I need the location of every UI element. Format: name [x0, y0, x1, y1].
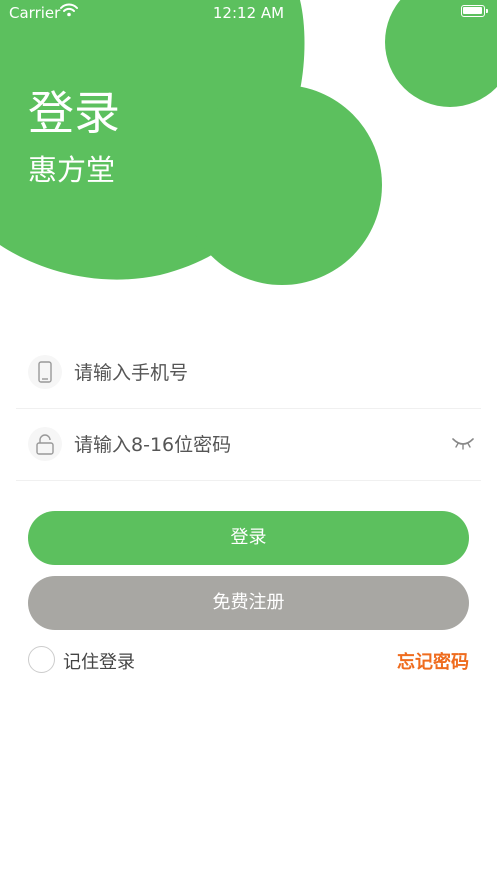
remember-label[interactable]: 记住登录: [63, 648, 135, 674]
remember-checkbox[interactable]: [28, 646, 55, 673]
phone-input[interactable]: [74, 358, 434, 388]
password-field[interactable]: [16, 410, 481, 481]
login-button[interactable]: 登录: [28, 511, 469, 565]
eye-closed-icon[interactable]: [452, 436, 474, 450]
password-input[interactable]: [74, 430, 434, 460]
page-title: 登录: [28, 86, 120, 140]
status-time: 12:12 AM: [212, 4, 285, 22]
register-button[interactable]: 免费注册: [28, 576, 469, 630]
status-bar: Carrier 12:12 AM: [0, 0, 497, 26]
phone-icon: [28, 355, 62, 389]
lock-icon: [28, 427, 62, 461]
battery-icon: [461, 5, 488, 17]
forgot-password-link[interactable]: 忘记密码: [397, 648, 469, 674]
phone-field[interactable]: [16, 338, 481, 409]
header-background-shapes: [0, 0, 497, 285]
page-subtitle: 惠方堂: [28, 153, 116, 187]
